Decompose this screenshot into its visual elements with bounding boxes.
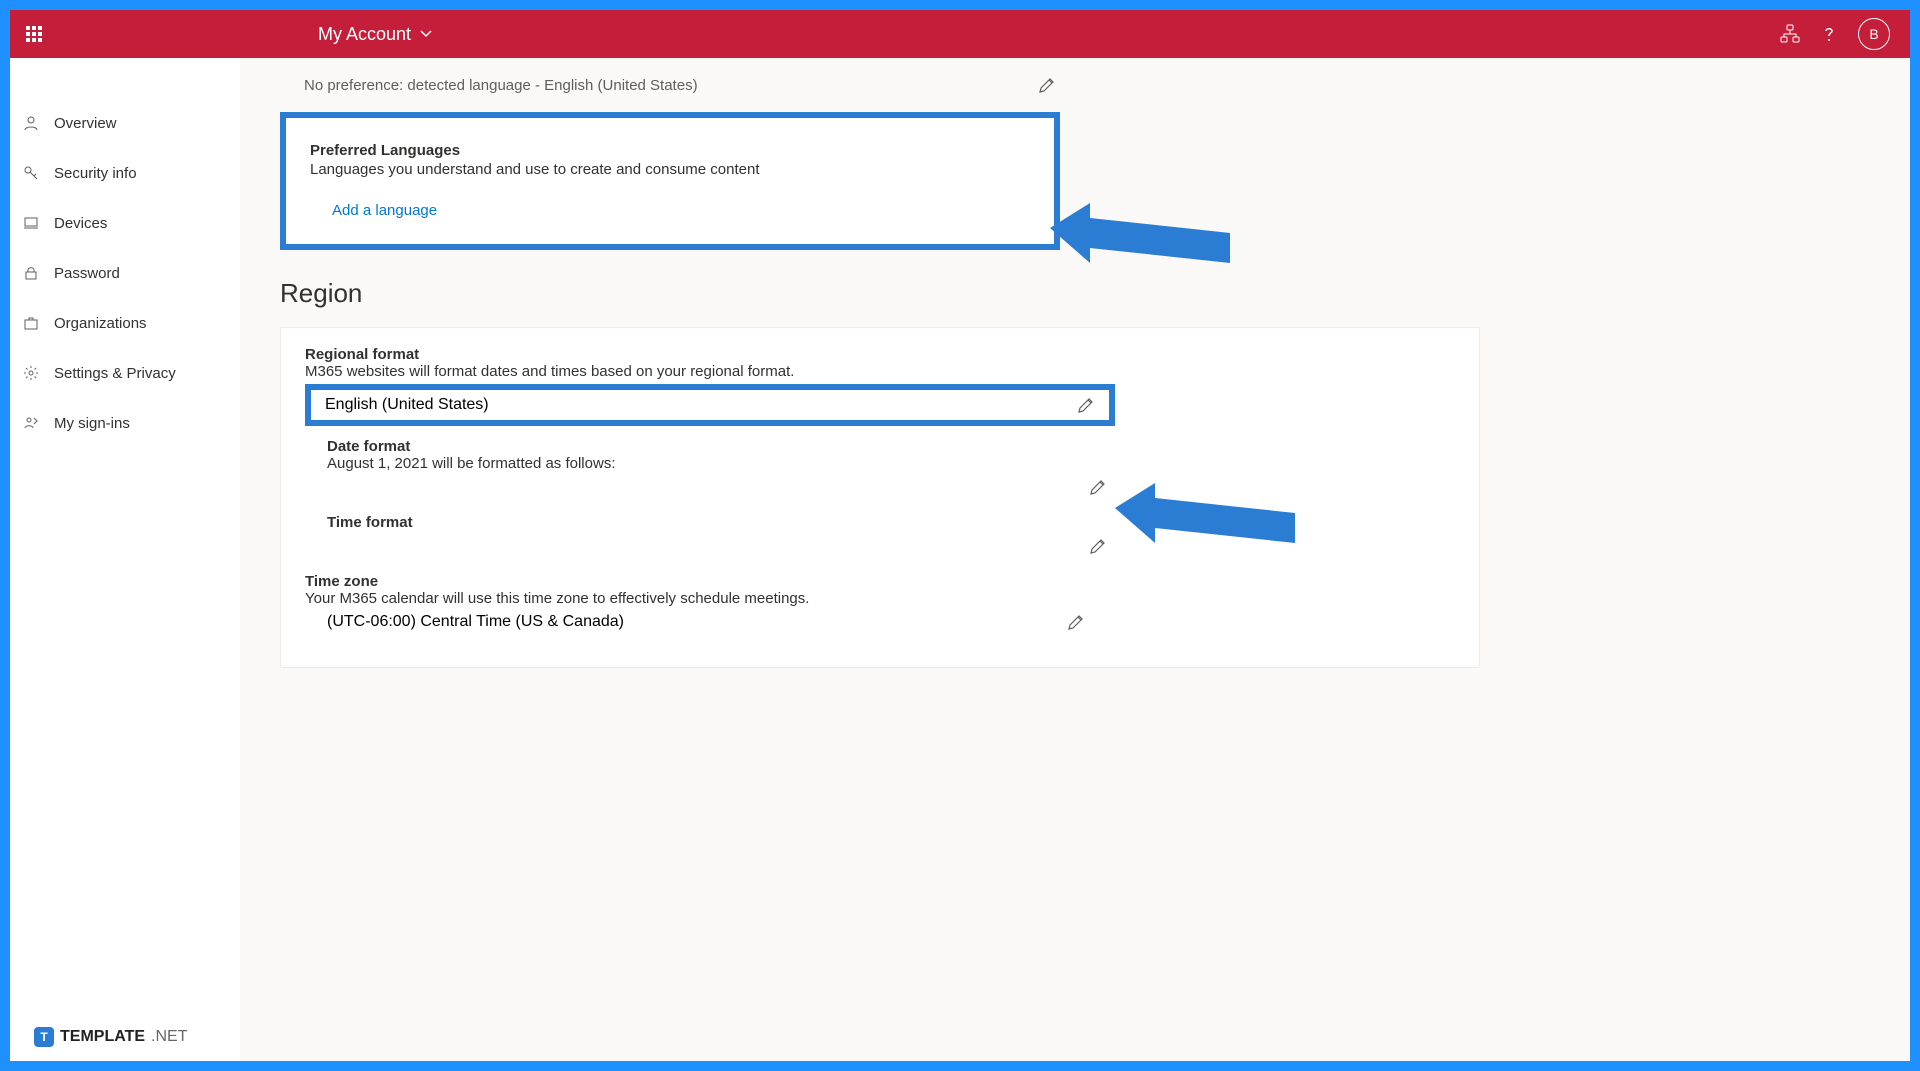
sidebar-item-label: Password bbox=[54, 265, 120, 282]
no-preference-text: No preference: detected language - Engli… bbox=[304, 77, 698, 94]
key-icon bbox=[22, 164, 40, 182]
app-frame: My Account B Overview Security info Devi… bbox=[10, 10, 1910, 1061]
preferred-languages-section: Preferred Languages Languages you unders… bbox=[280, 112, 1060, 250]
sidebar-item-label: Devices bbox=[54, 215, 107, 232]
edit-time-zone-button[interactable] bbox=[1067, 613, 1085, 631]
edit-date-format-button[interactable] bbox=[1089, 478, 1107, 496]
help-icon[interactable] bbox=[1820, 25, 1838, 43]
time-zone-description: Your M365 calendar will use this time zo… bbox=[305, 590, 1455, 607]
time-format-row bbox=[327, 531, 1107, 561]
sidebar-item-devices[interactable]: Devices bbox=[10, 198, 240, 248]
edit-display-language-button[interactable] bbox=[1038, 76, 1056, 94]
sidebar-item-label: Overview bbox=[54, 115, 117, 132]
watermark: T TEMPLATE .NET bbox=[34, 1027, 187, 1047]
add-language-link[interactable]: Add a language bbox=[332, 202, 437, 219]
sidebar-item-label: Organizations bbox=[54, 315, 147, 332]
regional-format-value-row: English (United States) bbox=[305, 384, 1115, 426]
pencil-icon bbox=[1089, 478, 1107, 496]
signin-icon bbox=[22, 414, 40, 432]
header-title: My Account bbox=[318, 24, 411, 45]
avatar-initial: B bbox=[1869, 26, 1878, 42]
sidebar-item-label: Settings & Privacy bbox=[54, 365, 176, 382]
lock-icon bbox=[22, 264, 40, 282]
gear-icon bbox=[22, 364, 40, 382]
watermark-brand-bold: TEMPLATE bbox=[60, 1028, 145, 1046]
sidebar-item-overview[interactable]: Overview bbox=[10, 98, 240, 148]
waffle-icon bbox=[26, 26, 42, 42]
header-bar: My Account B bbox=[10, 10, 1910, 58]
sidebar-item-password[interactable]: Password bbox=[10, 248, 240, 298]
time-zone-value: (UTC-06:00) Central Time (US & Canada) bbox=[327, 613, 624, 631]
person-icon bbox=[22, 114, 40, 132]
sidebar-item-signins[interactable]: My sign-ins bbox=[10, 398, 240, 448]
sidebar-item-label: Security info bbox=[54, 165, 137, 182]
annotation-arrow-2 bbox=[1115, 473, 1305, 563]
sidebar-item-security[interactable]: Security info bbox=[10, 148, 240, 198]
watermark-logo-icon: T bbox=[34, 1027, 54, 1047]
date-format-title: Date format bbox=[327, 438, 1455, 455]
preferred-languages-description: Languages you understand and use to crea… bbox=[310, 161, 1030, 178]
regional-format-title: Regional format bbox=[305, 346, 1455, 363]
app-launcher-button[interactable] bbox=[10, 10, 58, 58]
display-language-row: No preference: detected language - Engli… bbox=[280, 66, 1080, 104]
regional-format-block: Regional format M365 websites will forma… bbox=[305, 346, 1455, 426]
main-content: No preference: detected language - Engli… bbox=[240, 58, 1910, 1061]
sidebar-item-settings[interactable]: Settings & Privacy bbox=[10, 348, 240, 398]
preferred-languages-title: Preferred Languages bbox=[310, 142, 1030, 159]
pencil-icon bbox=[1038, 76, 1056, 94]
briefcase-icon bbox=[22, 314, 40, 332]
pencil-icon bbox=[1077, 396, 1095, 414]
sidebar-item-label: My sign-ins bbox=[54, 415, 130, 432]
date-format-row bbox=[327, 472, 1107, 502]
laptop-icon bbox=[22, 214, 40, 232]
pencil-icon bbox=[1089, 537, 1107, 555]
sidebar: Overview Security info Devices Password … bbox=[10, 58, 240, 448]
edit-time-format-button[interactable] bbox=[1089, 537, 1107, 555]
regional-format-value: English (United States) bbox=[325, 396, 489, 414]
user-avatar[interactable]: B bbox=[1858, 18, 1890, 50]
org-chart-icon[interactable] bbox=[1780, 24, 1800, 44]
regional-format-description: M365 websites will format dates and time… bbox=[305, 363, 1455, 380]
pencil-icon bbox=[1067, 613, 1085, 631]
header-actions: B bbox=[1780, 18, 1910, 50]
time-zone-row: (UTC-06:00) Central Time (US & Canada) bbox=[305, 607, 1085, 637]
time-zone-title: Time zone bbox=[305, 573, 1455, 590]
edit-regional-format-button[interactable] bbox=[1077, 396, 1095, 414]
time-zone-block: Time zone Your M365 calendar will use th… bbox=[305, 573, 1455, 637]
account-dropdown[interactable]: My Account bbox=[318, 24, 433, 45]
sidebar-item-organizations[interactable]: Organizations bbox=[10, 298, 240, 348]
annotation-arrow-1 bbox=[1050, 193, 1240, 283]
watermark-brand-thin: .NET bbox=[151, 1028, 187, 1046]
date-format-description: August 1, 2021 will be formatted as foll… bbox=[327, 455, 1455, 472]
chevron-down-icon bbox=[419, 27, 433, 41]
